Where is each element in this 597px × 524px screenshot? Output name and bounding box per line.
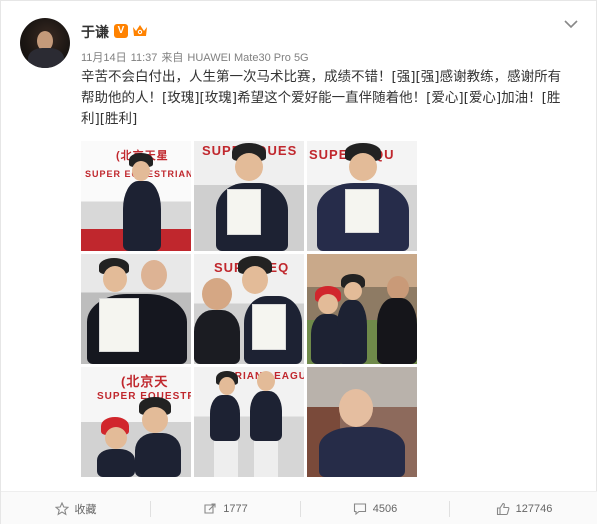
photo-thumbnail[interactable] bbox=[81, 254, 191, 364]
weibo-post-card: 于谦 V 11月14日 11:37 来自 HUAWEI Mate30 Pro 5G 辛… bbox=[0, 0, 597, 524]
avatar-coat bbox=[28, 48, 64, 68]
post-text-line: 辛苦不会白付出，人生第一次马术比赛，成绩不错！[强][强]感谢教练，感谢所有 bbox=[81, 69, 562, 85]
photo-thumbnail[interactable]: (北京天 SUPER EQUESTRI bbox=[81, 367, 191, 477]
repost-count: 1777 bbox=[223, 503, 248, 515]
vip-crown-icon bbox=[133, 25, 147, 36]
photo-thumbnail[interactable]: STRIAN LEAGU bbox=[194, 367, 304, 477]
photo-banner-text: (北京天星 bbox=[116, 147, 191, 163]
photo-thumbnail[interactable]: SUPER EQ bbox=[194, 254, 304, 364]
action-bar: 收藏 1777 4506 127746 bbox=[1, 491, 597, 524]
photo-thumbnail[interactable]: (北京天星 SUPER EQUESTRIAN bbox=[81, 141, 191, 251]
verified-badge-icon: V bbox=[114, 24, 128, 38]
thumbs-up-icon bbox=[496, 502, 510, 516]
post-time[interactable]: 11:37 bbox=[131, 52, 158, 64]
favorite-star-icon bbox=[54, 502, 69, 516]
like-button[interactable]: 127746 bbox=[450, 492, 597, 524]
post-date[interactable]: 11月14日 bbox=[81, 52, 127, 64]
photo-thumbnail[interactable]: SUPER EQU bbox=[307, 141, 417, 251]
post-text-line: 利][胜利] bbox=[81, 111, 138, 127]
like-count: 127746 bbox=[515, 503, 553, 515]
photo-banner-text: (北京天 bbox=[121, 374, 169, 389]
repost-icon bbox=[204, 503, 216, 514]
favorite-button[interactable]: 收藏 bbox=[1, 492, 150, 524]
source-device: HUAWEI Mate30 Pro 5G bbox=[187, 52, 309, 64]
photo-thumbnail[interactable] bbox=[307, 367, 417, 477]
post-meta: 11月14日 11:37 来自 HUAWEI Mate30 Pro 5G bbox=[81, 49, 313, 65]
repost-button[interactable]: 1777 bbox=[151, 492, 300, 524]
photo-thumbnail[interactable]: SUPER QUES bbox=[194, 141, 304, 251]
comment-count: 4506 bbox=[372, 503, 398, 515]
comment-icon bbox=[353, 503, 366, 516]
username[interactable]: 于谦 bbox=[81, 22, 109, 42]
post-text-line: 帮助他的人！[玫瑰][玫瑰]希望这个爱好能一直伴随着他！[爱心][爱心]加油！[… bbox=[81, 90, 561, 106]
source-prefix: 来自 bbox=[161, 52, 184, 64]
favorite-label: 收藏 bbox=[74, 504, 97, 516]
chevron-down-icon[interactable] bbox=[563, 18, 579, 30]
post-text: 辛苦不会白付出，人生第一次马术比赛，成绩不错！[强][强]感谢教练，感谢所有 帮… bbox=[81, 67, 581, 130]
comment-button[interactable]: 4506 bbox=[301, 492, 449, 524]
photo-thumbnail[interactable] bbox=[307, 254, 417, 364]
avatar[interactable] bbox=[20, 18, 70, 68]
